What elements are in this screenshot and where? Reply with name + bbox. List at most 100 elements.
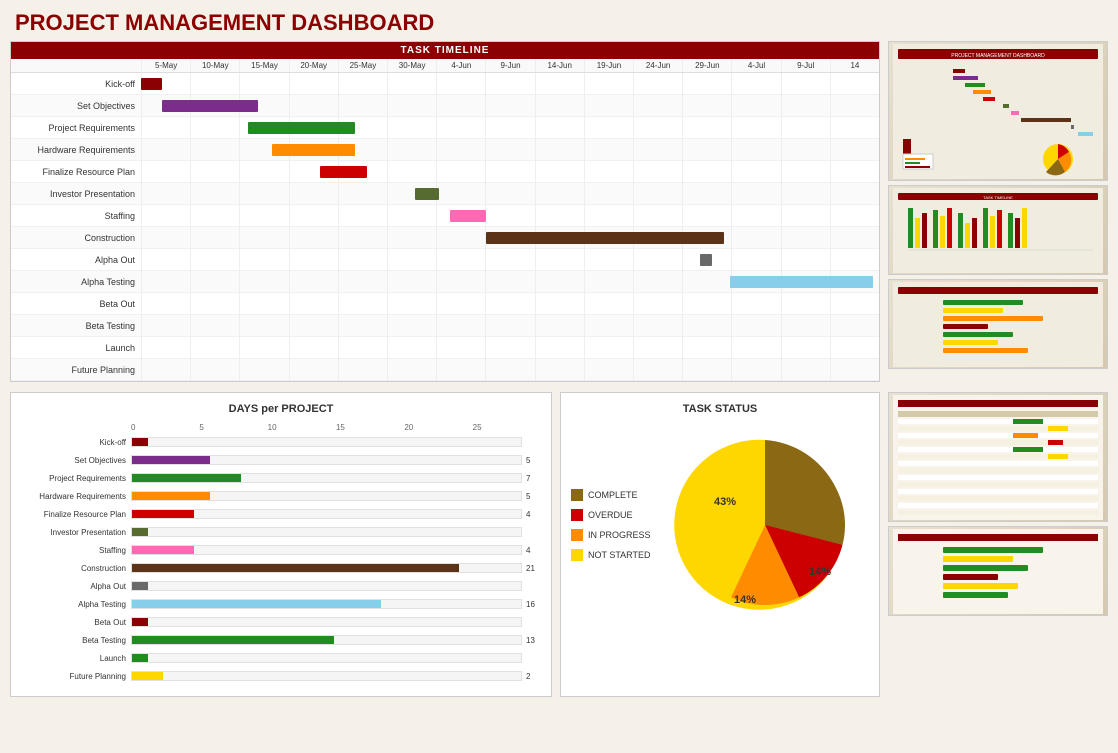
bar-track xyxy=(131,653,522,663)
bar-row: Finalize Resource Plan4 xyxy=(21,506,541,522)
legend-overdue: OVERDUE xyxy=(571,509,651,521)
bar-value: 7 xyxy=(526,474,541,483)
bar-fill xyxy=(132,474,241,482)
bar-label: Alpha Testing xyxy=(21,600,131,609)
legend-inprogress: IN PROGRESS xyxy=(571,529,651,541)
gantt-task-row: Investor Presentation xyxy=(11,183,879,205)
gantt-task-row: Hardware Requirements xyxy=(11,139,879,161)
bar-row: Launch xyxy=(21,650,541,666)
bar-row: Alpha Out xyxy=(21,578,541,594)
gantt-date-cell: 25-May xyxy=(338,59,387,72)
bar-track xyxy=(131,455,522,465)
gantt-bar xyxy=(272,144,355,156)
bar-row: Construction21 xyxy=(21,560,541,576)
status-title: TASK STATUS xyxy=(571,403,869,415)
gantt-bar xyxy=(141,78,162,90)
bottom-section: DAYS per PROJECT 0510152025 Kick-offSet … xyxy=(10,392,1108,697)
legend-notstarted-color xyxy=(571,549,583,561)
gantt-date-row: 5-May10-May15-May20-May25-May30-May4-Jun… xyxy=(11,59,879,73)
gantt-task-row: Set Objectives xyxy=(11,95,879,117)
bar-label: Alpha Out xyxy=(21,582,131,591)
bar-fill xyxy=(132,456,210,464)
gantt-bar xyxy=(162,100,257,112)
gantt-bars-area xyxy=(141,95,879,117)
bar-scale-tick: 20 xyxy=(404,423,472,432)
gantt-bar xyxy=(700,254,712,266)
gantt-bars-area xyxy=(141,359,879,381)
bar-fill xyxy=(132,564,459,572)
gantt-date-cell: 30-May xyxy=(387,59,436,72)
gantt-dates: 5-May10-May15-May20-May25-May30-May4-Jun… xyxy=(141,59,879,72)
bar-track xyxy=(131,563,522,573)
bar-track xyxy=(131,473,522,483)
bar-row: Beta Testing13 xyxy=(21,632,541,648)
gantt-task-label: Alpha Out xyxy=(11,255,141,265)
bar-track xyxy=(131,599,522,609)
gantt-title: TASK TIMELINE xyxy=(11,42,879,59)
bar-value: 4 xyxy=(526,510,541,519)
bar-fill xyxy=(132,672,163,680)
bar-label: Kick-off xyxy=(21,438,131,447)
gantt-task-row: Beta Out xyxy=(11,293,879,315)
bar-track xyxy=(131,527,522,537)
bar-value: 16 xyxy=(526,600,541,609)
gantt-date-cell: 14 xyxy=(830,59,879,72)
gantt-bar xyxy=(730,276,873,288)
gantt-bars-area xyxy=(141,271,879,293)
bar-track xyxy=(131,491,522,501)
pie-svg: 43% 14% 14% xyxy=(665,425,865,625)
gantt-task-row: Alpha Testing xyxy=(11,271,879,293)
gantt-bar xyxy=(320,166,368,178)
bar-label: Hardware Requirements xyxy=(21,492,131,501)
bar-scale-tick: 15 xyxy=(336,423,404,432)
bar-row: Kick-off xyxy=(21,434,541,450)
bar-rows: Kick-offSet Objectives5Project Requireme… xyxy=(21,434,541,684)
bar-fill xyxy=(132,600,381,608)
thumbnail-r1 xyxy=(888,392,1108,522)
bar-scale-tick: 25 xyxy=(473,423,541,432)
legend-notstarted: NOT STARTED xyxy=(571,549,651,561)
svg-text:PROJECT MANAGEMENT DASHBOARD: PROJECT MANAGEMENT DASHBOARD xyxy=(951,53,1045,59)
gantt-bars-area xyxy=(141,205,879,227)
gantt-task-label: Beta Testing xyxy=(11,321,141,331)
gantt-task-label: Beta Out xyxy=(11,299,141,309)
bar-value: 2 xyxy=(526,672,541,681)
gantt-task-label: Investor Presentation xyxy=(11,189,141,199)
svg-text:14%: 14% xyxy=(809,566,831,578)
top-section: TASK TIMELINE 5-May10-May15-May20-May25-… xyxy=(10,41,1108,382)
gantt-date-cell: 10-May xyxy=(190,59,239,72)
bar-value: 5 xyxy=(526,456,541,465)
svg-text:TASK TIMELINE: TASK TIMELINE xyxy=(983,195,1013,200)
legend-notstarted-label: NOT STARTED xyxy=(588,550,651,560)
bar-fill xyxy=(132,654,148,662)
bar-track xyxy=(131,617,522,627)
bar-scale: 0510152025 xyxy=(131,423,541,432)
bar-track xyxy=(131,635,522,645)
bar-label: Set Objectives xyxy=(21,456,131,465)
bar-track xyxy=(131,437,522,447)
gantt-bars-area xyxy=(141,139,879,161)
bar-row: Hardware Requirements5 xyxy=(21,488,541,504)
pie-chart: 43% 14% 14% xyxy=(661,425,869,625)
gantt-bars-area xyxy=(141,161,879,183)
gantt-bars-area xyxy=(141,337,879,359)
gantt-date-cell: 14-Jun xyxy=(535,59,584,72)
bar-row: Investor Presentation xyxy=(21,524,541,540)
bar-row: Set Objectives 5 xyxy=(21,452,541,468)
status-content: COMPLETE OVERDUE IN PROGRESS NOT ST xyxy=(571,425,869,625)
gantt-bars-area xyxy=(141,315,879,337)
bar-scale-tick: 5 xyxy=(199,423,267,432)
bar-fill xyxy=(132,636,334,644)
gantt-task-row: Staffing xyxy=(11,205,879,227)
gantt-bars-area xyxy=(141,293,879,315)
bar-value: 4 xyxy=(526,546,541,555)
gantt-task-label: Hardware Requirements xyxy=(11,145,141,155)
bar-track xyxy=(131,671,522,681)
gantt-task-label: Finalize Resource Plan xyxy=(11,167,141,177)
gantt-task-row: Beta Testing xyxy=(11,315,879,337)
bar-label: Construction xyxy=(21,564,131,573)
thumbnail-2: TASK TIMELINE xyxy=(888,185,1108,275)
bar-fill xyxy=(132,492,210,500)
gantt-bar xyxy=(486,232,724,244)
bar-track xyxy=(131,509,522,519)
